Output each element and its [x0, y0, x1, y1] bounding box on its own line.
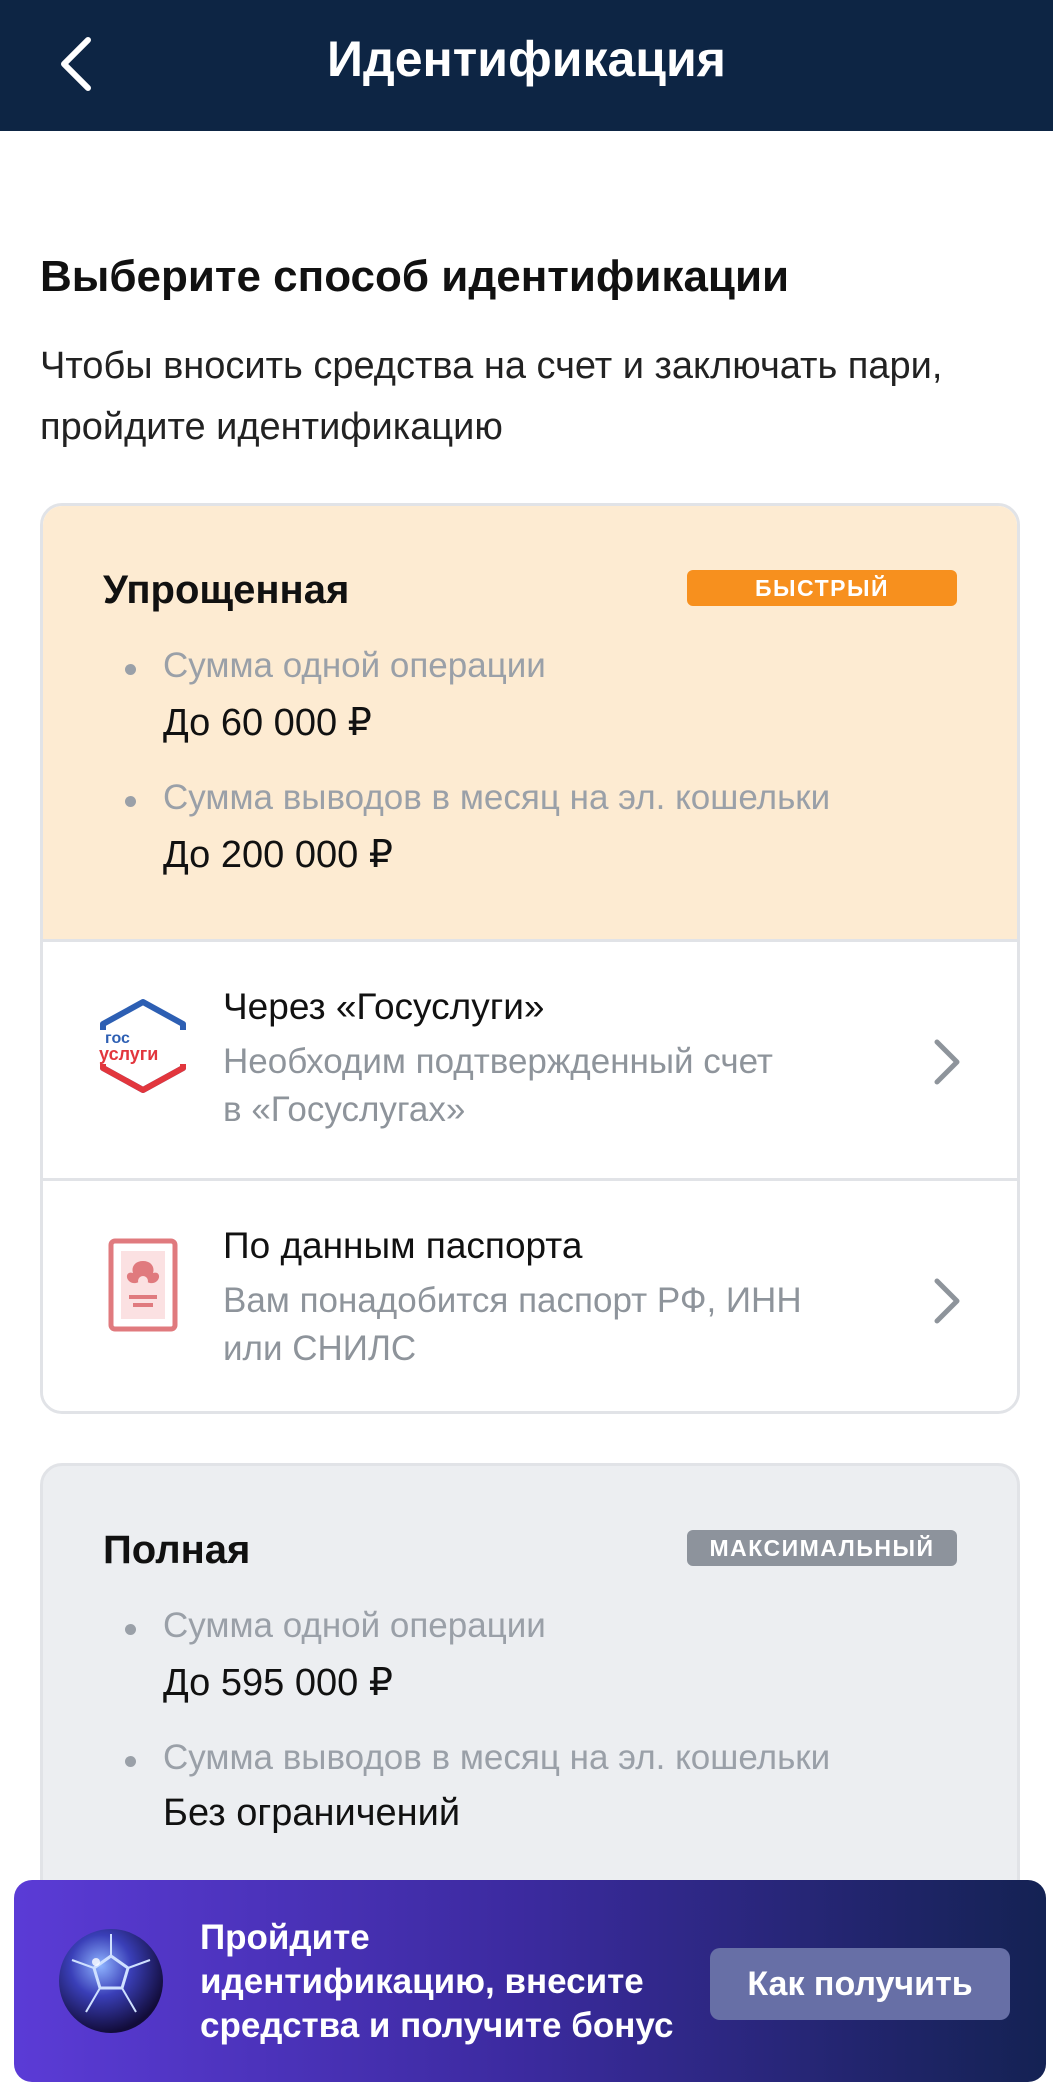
max-badge: МАКСИМАЛЬНЫЙ: [687, 1530, 957, 1566]
promo-line: Пройдите: [200, 1918, 370, 1957]
method-description: Вам понадобится паспорт РФ, ИНН или СНИЛ…: [223, 1277, 863, 1373]
gosuslugi-logo-icon: гос услуги: [95, 999, 191, 1093]
method-description-line: Вам понадобится паспорт РФ, ИНН: [223, 1281, 802, 1320]
method-description-line: или СНИЛС: [223, 1329, 417, 1368]
section-subtitle: Чтобы вносить средства на счет и заключа…: [40, 345, 943, 448]
promo-line: средства и получите бонус: [200, 2006, 674, 2045]
limit-item: Сумма выводов в месяц на эл. кошельки Бе…: [103, 1738, 830, 1835]
limit-label: Сумма одной операции: [103, 646, 546, 686]
method-gosuslugi[interactable]: гос услуги Через «Госуслуги» Необходим п…: [43, 942, 1017, 1178]
chevron-right-icon: [934, 1039, 960, 1085]
promo-banner[interactable]: Пройдите идентификацию, внесите средства…: [14, 1880, 1046, 2082]
promo-text: Пройдите идентификацию, внесите средства…: [200, 1916, 700, 2048]
tier-title-full: Полная: [103, 1528, 251, 1572]
section-heading: Выберите способ идентификации: [40, 252, 790, 301]
simple-identification-card: Упрощенная БЫСТРЫЙ Сумма одной операции …: [40, 503, 1020, 1414]
limit-value: До 200 000 ₽: [163, 834, 393, 876]
limit-label: Сумма выводов в месяц на эл. кошельки: [103, 778, 830, 818]
method-description-line: в «Госуслугах»: [223, 1090, 466, 1129]
simple-tier-header: Упрощенная БЫСТРЫЙ Сумма одной операции …: [43, 506, 1017, 942]
limit-item: Сумма выводов в месяц на эл. кошельки До…: [103, 778, 830, 877]
page-title: Идентификация: [327, 31, 726, 87]
top-bar: Идентификация: [0, 0, 1053, 131]
limit-item: Сумма одной операции До 60 000 ₽: [103, 646, 546, 745]
limit-item: Сумма одной операции До 595 000 ₽: [103, 1606, 546, 1705]
method-title: По данным паспорта: [223, 1225, 583, 1266]
tier-title-simple: Упрощенная: [103, 568, 350, 612]
chevron-right-icon: [934, 1278, 960, 1324]
limit-value: До 60 000 ₽: [163, 702, 372, 744]
passport-icon: [108, 1238, 178, 1332]
gosuslugi-logo-bottom: услуги: [99, 1044, 158, 1064]
how-to-get-button[interactable]: Как получить: [710, 1948, 1010, 2020]
promo-line: идентификацию, внесите: [200, 1962, 644, 2001]
limit-value: Без ограничений: [163, 1792, 461, 1834]
method-title: Через «Госуслуги»: [223, 986, 545, 1027]
fast-badge: БЫСТРЫЙ: [687, 570, 957, 606]
method-passport[interactable]: По данным паспорта Вам понадобится паспо…: [43, 1178, 1017, 1411]
limit-label: Сумма одной операции: [103, 1606, 546, 1646]
limit-label: Сумма выводов в месяц на эл. кошельки: [103, 1738, 830, 1778]
method-description-line: Необходим подтвержденный счет: [223, 1042, 773, 1081]
soccer-ball-icon: [59, 1929, 163, 2033]
method-description: Необходим подтвержденный счет в «Госуслу…: [223, 1038, 863, 1134]
limit-value: До 595 000 ₽: [163, 1662, 393, 1704]
